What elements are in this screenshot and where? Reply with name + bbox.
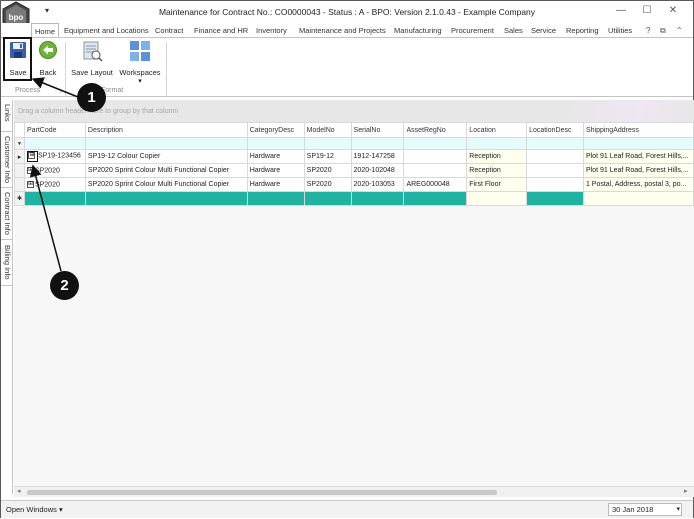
application-window: bpo ▾ Maintenance for Contract No.: CO00… bbox=[0, 0, 694, 518]
annotation-arrows bbox=[29, 77, 79, 272]
callout-badge-2: 2 bbox=[50, 271, 79, 300]
callout-badge-1: 1 bbox=[77, 83, 106, 112]
callout-1-arrow bbox=[31, 77, 79, 98]
callout-2-arrow bbox=[29, 164, 62, 272]
